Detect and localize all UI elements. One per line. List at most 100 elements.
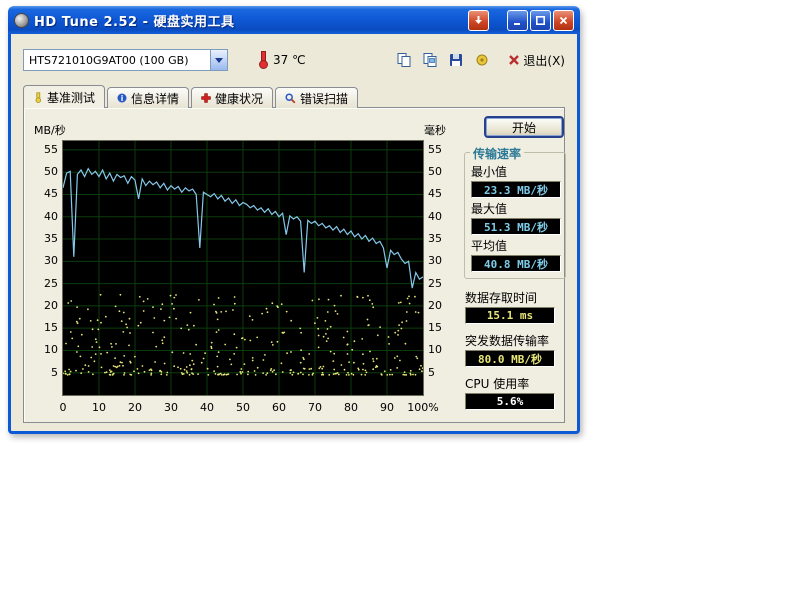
x-ticks: 0102030405060708090100%: [63, 402, 429, 416]
close-button[interactable]: [553, 10, 574, 31]
y-tick-label: 5: [428, 367, 456, 378]
x-tick-label: 80: [344, 402, 358, 414]
y-tick-label: 55: [428, 144, 456, 155]
thermometer-icon: [258, 51, 267, 69]
tab-info-label: 信息详情: [131, 90, 179, 107]
access-time-value: 15.1 ms: [487, 309, 533, 322]
y-tick-label: 25: [428, 278, 456, 289]
app-icon: [14, 13, 29, 28]
benchmark-plot: [62, 140, 424, 396]
y-tick-label: 40: [30, 211, 58, 222]
min-value-box: 23.3 MB/秒: [471, 181, 561, 198]
avg-label: 平均值: [471, 239, 560, 253]
tabstrip: 基准测试 i 信息详情 健康状况 错误扫描: [23, 84, 565, 107]
x-tick-label: 100%: [407, 402, 438, 414]
hdtune-window: HD Tune 2.52 - 硬盘实用工具 HTS721010G9AT00 (1…: [8, 6, 580, 434]
y-tick-label: 25: [30, 278, 58, 289]
y-tick-label: 50: [30, 166, 58, 177]
x-tick-label: 70: [308, 402, 322, 414]
x-tick-label: 20: [128, 402, 142, 414]
temperature-value: 37 ℃: [273, 53, 306, 67]
avg-value-box: 40.8 MB/秒: [471, 255, 561, 272]
drive-select[interactable]: HTS721010G9AT00 (100 GB): [23, 49, 228, 71]
window-title: HD Tune 2.52 - 硬盘实用工具: [34, 11, 463, 30]
y-tick-label: 55: [30, 144, 58, 155]
minimize-button[interactable]: [507, 10, 528, 31]
max-value-box: 51.3 MB/秒: [471, 218, 561, 235]
burst-rate-value: 80.0 MB/秒: [478, 351, 542, 367]
benchmark-chart: MB/秒 毫秒 510152025303540455055 5101520253…: [26, 122, 460, 420]
y-tick-label: 15: [428, 322, 456, 333]
min-value: 23.3 MB/秒: [484, 182, 548, 198]
y-tick-label: 50: [428, 166, 456, 177]
x-tick-label: 0: [60, 402, 67, 414]
tab-benchmark-label: 基准测试: [47, 89, 95, 106]
y-tick-label: 45: [428, 188, 456, 199]
y-tick-label: 20: [30, 300, 58, 311]
exit-label: 退出(X): [523, 52, 565, 69]
toolbar: HTS721010G9AT00 (100 GB) 37 ℃ 退出(X): [23, 48, 565, 72]
tab-error-scan-label: 错误扫描: [300, 90, 348, 107]
y-tick-label: 10: [30, 344, 58, 355]
y-ticks-right: 510152025303540455055: [428, 140, 456, 396]
y-tick-label: 10: [428, 344, 456, 355]
cpu-usage-value: 5.6%: [497, 395, 524, 408]
copy-image-icon: [422, 52, 438, 68]
results-side-panel: 开始 传输速率 最小值 23.3 MB/秒 最大值 51.3 MB/秒 平均值 …: [464, 114, 566, 414]
options-icon: [474, 52, 490, 68]
avg-value: 40.8 MB/秒: [484, 256, 548, 272]
maximize-button[interactable]: [530, 10, 551, 31]
y-tick-label: 15: [30, 322, 58, 333]
magnifier-icon: [285, 93, 296, 104]
combo-dropdown-arrow-icon[interactable]: [210, 50, 227, 70]
cpu-usage-label: CPU 使用率: [465, 377, 566, 391]
y-ticks-left: 510152025303540455055: [30, 140, 58, 396]
exit-button[interactable]: 退出(X): [508, 52, 565, 69]
download-arrow-icon: [473, 15, 484, 26]
options-button[interactable]: [472, 50, 492, 70]
x-tick-label: 90: [380, 402, 394, 414]
access-time-label: 数据存取时间: [465, 291, 566, 305]
tab-health-label: 健康状况: [215, 90, 263, 107]
toolbar-actions: 退出(X): [394, 50, 565, 70]
transfer-rate-group: 传输速率 最小值 23.3 MB/秒 最大值 51.3 MB/秒 平均值 40.…: [464, 152, 566, 279]
max-label: 最大值: [471, 202, 560, 216]
min-label: 最小值: [471, 165, 560, 179]
transfer-rate-group-title: 传输速率: [470, 145, 524, 162]
titlebar[interactable]: HD Tune 2.52 - 硬盘实用工具: [8, 6, 580, 34]
y-tick-label: 30: [428, 255, 456, 266]
benchmark-icon: [33, 92, 43, 103]
tab-health[interactable]: 健康状况: [191, 87, 273, 108]
x-tick-label: 60: [272, 402, 286, 414]
x-tick-label: 40: [200, 402, 214, 414]
y-tick-label: 5: [30, 367, 58, 378]
close-icon: [558, 15, 569, 26]
minimize-icon: [512, 15, 523, 26]
svg-text:i: i: [121, 94, 124, 103]
y-tick-label: 20: [428, 300, 456, 311]
copy-text-button[interactable]: [394, 50, 414, 70]
y-tick-label: 40: [428, 211, 456, 222]
burst-rate-label: 突发数据传输率: [465, 334, 566, 348]
exit-x-icon: [508, 54, 520, 66]
burst-rate-value-box: 80.0 MB/秒: [465, 350, 555, 367]
drive-select-value: HTS721010G9AT00 (100 GB): [29, 54, 210, 67]
tab-info[interactable]: i 信息详情: [107, 87, 189, 108]
x-tick-label: 50: [236, 402, 250, 414]
start-button[interactable]: 开始: [484, 116, 564, 138]
benchmark-panel: MB/秒 毫秒 510152025303540455055 5101520253…: [23, 107, 565, 423]
maximize-icon: [535, 15, 546, 26]
copy-image-button[interactable]: [420, 50, 440, 70]
y-tick-label: 30: [30, 255, 58, 266]
tab-error-scan[interactable]: 错误扫描: [275, 87, 358, 108]
left-axis-label: MB/秒: [34, 122, 66, 138]
x-tick-label: 30: [164, 402, 178, 414]
cpu-usage-value-box: 5.6%: [465, 393, 555, 410]
info-icon: i: [117, 93, 127, 103]
update-download-button[interactable]: [468, 10, 489, 31]
floppy-disk-icon: [448, 52, 464, 68]
save-button[interactable]: [446, 50, 466, 70]
x-tick-label: 10: [92, 402, 106, 414]
health-cross-icon: [201, 93, 211, 103]
tab-benchmark[interactable]: 基准测试: [23, 85, 105, 108]
